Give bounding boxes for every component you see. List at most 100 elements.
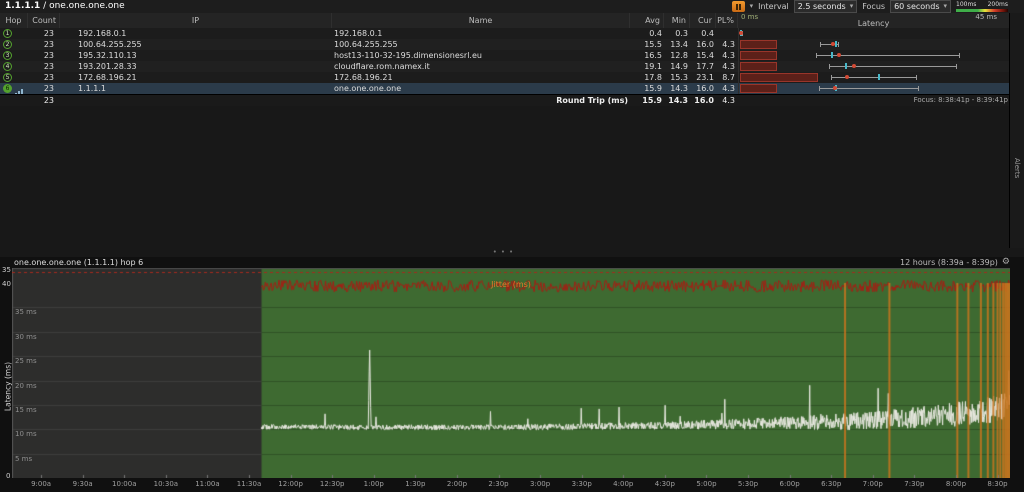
cur-cell: 23.1 [690,72,716,83]
cur-cell: 16.0 [690,39,716,50]
avg-latency-marker [831,42,835,46]
x-tick-label: 8:30p [987,480,1007,488]
packet-loss-bar [740,84,777,93]
summary-min-cell: 14.3 [664,95,690,106]
count-cell: 23 [28,61,60,72]
header-latency[interactable]: 0 ms 45 ms Latency [738,13,1010,28]
summary-avg-cell: 15.9 [630,95,664,106]
avg-cell: 0.4 [630,28,664,39]
cur-cell: 16.0 [690,83,716,94]
table-row[interactable]: 1 23 192.168.0.1 192.168.0.1 0.4 0.3 0.4 [0,28,1010,39]
timeline-graph-area: Jitter (ms) 35 ms30 ms25 ms20 ms15 ms10 … [12,268,1010,478]
logo-menu-caret-icon[interactable]: ▾ [750,1,754,12]
table-row[interactable]: 2 23 100.64.255.255 100.64.255.255 15.5 … [0,39,1010,50]
x-tick-label: 10:00a [112,480,136,488]
table-row[interactable]: 5 23 172.68.196.21 172.68.196.21 17.8 15… [0,72,1010,83]
pingplotter-window: 1.1.1.1 / one.one.one.one ▾ Interval 2.5… [0,0,1024,492]
section-divider-handle[interactable]: ••• [0,248,1010,257]
focus-select[interactable]: 60 seconds ▾ [890,0,951,13]
ip-cell: 193.201.28.33 [60,61,332,72]
latency-cell [738,39,1010,50]
x-tick-label: 11:30a [237,480,261,488]
count-cell: 23 [28,83,60,94]
page-title: 1.1.1.1 / one.one.one.one [5,1,125,11]
header-min[interactable]: Min [664,13,690,28]
legend-100ms-label: 100ms [956,2,976,8]
latency-scale-top-label: 40 [2,280,11,288]
focus-range-label: Focus: 8:38:41p - 8:39:41p [738,95,1010,106]
hop-badge: 4 [3,62,12,71]
pl-cell: 4.3 [716,50,738,61]
header-pl[interactable]: PL% [716,13,738,28]
header-hop[interactable]: Hop [0,13,28,28]
packet-loss-bar [740,62,777,71]
header-cur[interactable]: Cur [690,13,716,28]
x-tick-label: 12:30p [320,480,345,488]
hop-table: 1 23 192.168.0.1 192.168.0.1 0.4 0.3 0.4… [0,28,1010,94]
avg-cell: 16.5 [630,50,664,61]
ip-cell: 192.168.0.1 [60,28,332,39]
x-tick-label: 7:00p [863,480,883,488]
header-ip[interactable]: IP [60,13,332,28]
x-tick-label: 12:00p [278,480,303,488]
latency-cell [738,50,1010,61]
toolbar: ▾ Interval 2.5 seconds ▾ Focus 60 second… [732,0,1008,13]
latency-scale-gradient [956,9,1008,12]
header-avg[interactable]: Avg [630,13,664,28]
timeline-graph[interactable] [12,268,1010,478]
avg-latency-marker [845,75,849,79]
avg-cell: 15.5 [630,39,664,50]
summary-cur-cell: 16.0 [690,95,716,106]
name-cell: host13-110-32-195.dimensionesrl.eu [332,50,630,61]
pl-cell: 8.7 [716,72,738,83]
x-tick-label: 8:00p [946,480,966,488]
avg-cell: 19.1 [630,61,664,72]
summary-pl-cell: 4.3 [716,95,738,106]
timeline-title: one.one.one.one (1.1.1.1) hop 6 [14,257,143,268]
pl-cell [716,28,738,39]
timeline-range-label: 12 hours (8:39a - 8:39p) [900,258,998,267]
hop-badge: 1 [3,29,12,38]
pingplotter-logo-icon[interactable] [732,1,745,12]
cur-cell: 15.4 [690,50,716,61]
table-row[interactable]: 3 23 195.32.110.13 host13-110-32-195.dim… [0,50,1010,61]
min-cell: 13.4 [664,39,690,50]
ip-cell: 195.32.110.13 [60,50,332,61]
header-count[interactable]: Count [28,13,60,28]
table-row[interactable]: 6 23 1.1.1.1 one.one.one.one 15.9 14.3 1… [0,83,1010,94]
x-tick-label: 9:30a [73,480,93,488]
latency-cell [738,83,1010,94]
timeline-settings-gear-icon[interactable]: ⚙ [1002,257,1010,268]
x-tick-label: 6:30p [821,480,841,488]
name-cell: one.one.one.one [332,83,630,94]
header-name[interactable]: Name [332,13,630,28]
min-cell: 15.3 [664,72,690,83]
hop-cell: 1 [0,28,28,39]
current-latency-marker [831,52,833,58]
interval-value: 2.5 seconds [798,2,846,11]
right-rail: Alerts [1009,13,1024,248]
pl-cell: 4.3 [716,83,738,94]
latency-scale-bottom-label: 0 [6,472,10,480]
summary-hop-cell [0,95,28,106]
chevron-down-icon: ▾ [850,1,854,12]
graph-indicator-icon [15,85,24,94]
x-tick-label: 6:00p [780,480,800,488]
current-latency-marker [835,41,837,47]
jitter-scale-top-label: 35 [2,266,11,274]
x-tick-label: 5:00p [696,480,716,488]
packet-loss-bar [740,40,777,49]
current-latency-marker [878,74,880,80]
table-row[interactable]: 4 23 193.201.28.33 cloudflare.rom.namex.… [0,61,1010,72]
ip-cell: 1.1.1.1 [60,83,332,94]
alerts-tab[interactable]: Alerts [1013,158,1021,178]
x-tick-label: 2:00p [447,480,467,488]
latency-cell [738,61,1010,72]
hop-cell: 2 [0,39,28,50]
pl-cell: 4.3 [716,39,738,50]
cur-cell: 0.4 [690,28,716,39]
summary-count-cell: 23 [28,95,60,106]
interval-label: Interval [758,2,789,11]
interval-select[interactable]: 2.5 seconds ▾ [794,0,857,13]
latency-cell [738,72,1010,83]
